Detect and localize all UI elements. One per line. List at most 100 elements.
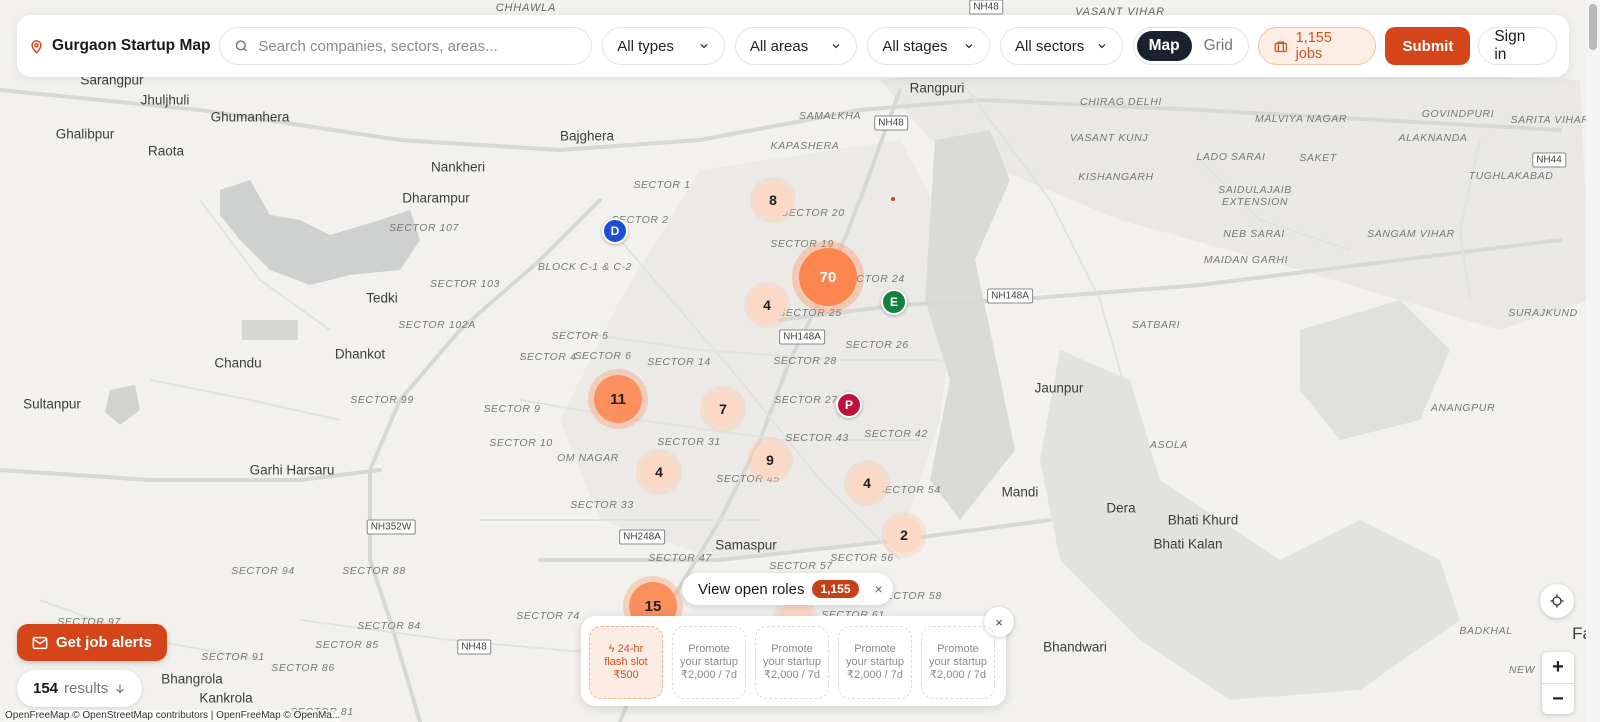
get-job-alerts-label: Get job alerts <box>56 634 152 651</box>
map-sector-label: SECTOR 4 <box>519 351 577 363</box>
promote-slot-card[interactable]: Promote your startup ₹2,000 / 7d <box>672 626 746 699</box>
map-cluster-marker[interactable]: 4 <box>849 465 885 501</box>
map-label: VASANT KUNJ <box>1069 132 1149 144</box>
promote-slot-card[interactable]: Promote your startup ₹2,000 / 7d <box>921 626 995 699</box>
jobs-button[interactable]: 1,155 jobs <box>1257 27 1377 65</box>
map-sector-label: SECTOR 31 <box>657 436 721 448</box>
map-cluster-marker[interactable]: 9 <box>752 442 788 478</box>
arrow-down-icon <box>116 684 125 694</box>
promote-slot-card[interactable]: Promote your startup ₹2,000 / 7d <box>755 626 829 699</box>
top-bar: Gurgaon Startup Map All types All areas … <box>17 15 1569 77</box>
locate-me-button[interactable] <box>1540 584 1574 618</box>
map-label: ANANGPUR <box>1430 402 1496 414</box>
map-cluster-marker[interactable]: 8 <box>755 182 791 218</box>
promote-slot-line2: your startup <box>679 656 739 668</box>
filter-sectors-select[interactable]: All sectors <box>1000 27 1123 65</box>
map-label: Jaunpur <box>1034 380 1084 396</box>
map-sector-label: SECTOR 43 <box>785 432 849 444</box>
map-cluster-marker[interactable]: 2 <box>886 517 922 553</box>
map-sector-label: SECTOR 84 <box>357 620 421 632</box>
map-label: SAKET <box>1299 152 1337 164</box>
filter-types-value: All types <box>617 37 674 55</box>
promote-slot-line1: Promote <box>937 643 979 655</box>
map-label: Samaspur <box>715 537 777 553</box>
map-sector-label: SECTOR 47 <box>648 552 712 564</box>
sign-in-button[interactable]: Sign in <box>1478 27 1558 65</box>
map-label: Ghumanhera <box>210 109 290 125</box>
map-cluster-marker[interactable]: 4 <box>749 287 785 323</box>
filter-areas-select[interactable]: All areas <box>734 27 858 65</box>
map-sector-label: SECTOR 14 <box>647 356 711 368</box>
map-sector-label: SECTOR 56 <box>830 552 894 564</box>
map-sector-label: SECTOR 10 <box>489 437 553 449</box>
map-cluster-marker[interactable]: 11 <box>594 375 642 423</box>
map-label: NEB SARAI <box>1223 228 1285 240</box>
map-cluster-marker[interactable]: 70 <box>799 248 857 306</box>
chevron-down-icon <box>965 44 973 49</box>
brand-title: Gurgaon Startup Map <box>52 37 211 54</box>
view-open-roles-pill[interactable]: View open roles 1,155 × <box>682 573 893 605</box>
company-pin[interactable]: P <box>836 392 862 418</box>
map-label: Raota <box>147 143 185 159</box>
map-sector-label: SECTOR 57 <box>769 560 833 572</box>
results-count: 154 <box>33 680 59 697</box>
mail-icon <box>32 636 48 649</box>
map-label: Bhati Kalan <box>1153 536 1223 552</box>
map-road-shield: NH352W <box>366 519 416 535</box>
map-label: Dhankot <box>334 346 386 362</box>
promote-slot-card[interactable]: Promote your startup ₹2,000 / 7d <box>838 626 912 699</box>
map-label: MAIDAN GARHI <box>1203 254 1289 266</box>
map-label: SARITA VIHAR <box>1510 114 1590 126</box>
flash-slot-card[interactable]: ϟ 24-hr flash slot ₹500 <box>589 626 663 699</box>
results-counter[interactable]: 154 results <box>17 670 143 707</box>
map-sector-label: SECTOR 25 <box>778 307 842 319</box>
map-canvas[interactable]: CHHAWLA NH48 VASANT VIHAR Sarangpur Jhul… <box>0 0 1600 722</box>
map-sector-label: SECTOR 6 <box>574 350 632 362</box>
map-sector-label: SECTOR 42 <box>864 428 928 440</box>
filter-areas-value: All areas <box>749 37 809 55</box>
view-toggle: Map Grid <box>1132 27 1249 65</box>
map-cluster-marker[interactable]: 4 <box>641 454 677 490</box>
close-icon[interactable]: × <box>875 581 883 597</box>
map-attribution[interactable]: OpenFreeMap © OpenStreetMap contributors… <box>5 710 341 721</box>
map-label: Nankheri <box>430 159 486 175</box>
map-label: Garhi Harsaru <box>249 462 335 478</box>
map-label: Ghalibpur <box>55 126 115 142</box>
map-sector-label: SECTOR 9 <box>483 403 541 415</box>
view-open-roles-label: View open roles <box>698 580 805 598</box>
brand[interactable]: Gurgaon Startup Map <box>29 37 210 55</box>
map-label: Jhuljhuli <box>140 92 190 108</box>
map-label: CHHAWLA <box>495 2 557 14</box>
search-input[interactable] <box>258 37 578 55</box>
results-label: results <box>64 680 109 697</box>
map-pin-icon <box>31 39 42 54</box>
view-map-button[interactable]: Map <box>1136 31 1192 61</box>
company-pin[interactable]: D <box>602 218 628 244</box>
map-sector-label: BLOCK C-1 & C-2 <box>537 261 633 273</box>
map-sector-label: OM NAGAR <box>557 452 619 464</box>
jobs-label: 1,155 jobs <box>1295 30 1332 62</box>
map-road-shield: NH148A <box>779 329 825 345</box>
filter-sectors-value: All sectors <box>1015 37 1085 55</box>
map-sector-label: SECTOR 94 <box>231 565 295 577</box>
scrollbar-thumb[interactable] <box>1589 4 1597 50</box>
map-sector-label: SECTOR 28 <box>773 355 837 367</box>
submit-button[interactable]: Submit <box>1385 27 1471 65</box>
view-grid-button[interactable]: Grid <box>1192 31 1245 61</box>
map-sector-label: SECTOR 99 <box>350 394 414 406</box>
zoom-in-button[interactable]: + <box>1542 652 1574 683</box>
get-job-alerts-button[interactable]: Get job alerts <box>17 624 167 661</box>
zoom-out-button[interactable]: − <box>1542 683 1574 714</box>
map-label: Tedki <box>366 290 398 306</box>
search-icon <box>236 40 248 52</box>
search-box[interactable] <box>219 27 593 65</box>
company-pin[interactable]: E <box>881 289 907 315</box>
map-sector-label: SECTOR 91 <box>201 651 265 663</box>
promote-slot-line2: your startup <box>762 656 822 668</box>
map-cluster-marker[interactable]: 7 <box>705 391 741 427</box>
map-label: LADO SARAI <box>1196 151 1266 163</box>
map-sector-label: SECTOR 27 <box>774 394 838 406</box>
filter-types-select[interactable]: All types <box>602 27 725 65</box>
filter-stages-select[interactable]: All stages <box>867 27 991 65</box>
scrollbar[interactable] <box>1586 0 1600 722</box>
